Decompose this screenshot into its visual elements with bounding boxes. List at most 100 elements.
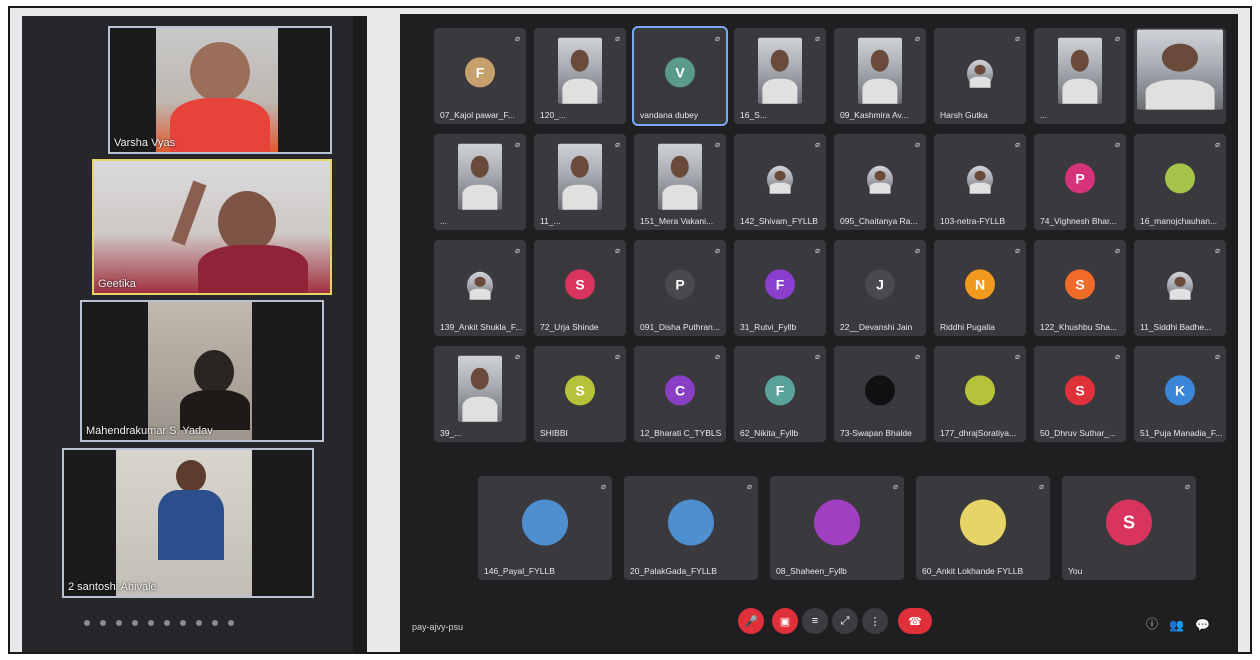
speaker-tile-active[interactable]: Geetika (92, 159, 332, 295)
participant-avatar: S (1065, 269, 1095, 300)
participant-tile[interactable]: F ⌀ 07_Kajol pawar_F... (434, 28, 526, 124)
participant-name: 091_Disha Puthran... (640, 322, 720, 332)
mic-off-button[interactable]: 🎤 (738, 608, 764, 634)
participant-tile[interactable]: S ⌀ 50_Dhruv Suthar_... (1034, 346, 1126, 442)
participant-avatar: S (1106, 499, 1152, 546)
participant-tile[interactable]: ⌀ 16_manojchauhan... (1134, 134, 1226, 230)
mic-muted-icon: ⌀ (515, 246, 520, 255)
participant-avatar: S (565, 375, 595, 406)
participant-tile[interactable]: ⌀ 11_Siddhi Badhe... (1134, 240, 1226, 336)
participant-avatar: V (665, 57, 695, 88)
participant-avatar: C (665, 375, 695, 406)
mic-muted-icon: ⌀ (1115, 352, 1120, 361)
participant-avatar (814, 499, 860, 546)
participant-tile[interactable]: ⌀ 151_Mera Vakani... (634, 134, 726, 230)
participant-tile[interactable]: P ⌀ 74_Vighnesh Bhar... (1034, 134, 1126, 230)
mic-muted-icon: ⌀ (1039, 482, 1044, 491)
captions-button[interactable]: ≡ (802, 608, 828, 634)
participant-name: 72_Urja Shinde (540, 322, 599, 332)
participant-tile[interactable]: ⌀ 20_PalakGada_FYLLB (624, 476, 758, 580)
participant-video (967, 59, 993, 88)
participant-tile[interactable]: ⌀ 103-netra-FYLLB (934, 134, 1026, 230)
mic-muted-icon: ⌀ (893, 482, 898, 491)
participant-tile[interactable]: C ⌀ 12_Bharati C_TYBLS (634, 346, 726, 442)
participant-name: Riddhi Pugalia (940, 322, 995, 332)
participant-tile[interactable]: ⌀ 139_Ankit Shukla_F... (434, 240, 526, 336)
participant-tile[interactable]: F ⌀ 62_Nikita_Fyllb (734, 346, 826, 442)
participant-tile[interactable]: N ⌀ Riddhi Pugalia (934, 240, 1026, 336)
mic-muted-icon: ⌀ (615, 140, 620, 149)
participant-name: ... (440, 216, 448, 226)
participant-tile[interactable]: S ⌀ 122_Khushbu Sha... (1034, 240, 1126, 336)
mic-muted-icon: ⌀ (915, 140, 920, 149)
participant-tile[interactable]: ⌀ 11_... (534, 134, 626, 230)
participant-name: 60_Ankit Lokhande FYLLB (922, 566, 1024, 576)
participant-avatar: F (765, 269, 795, 300)
mic-muted-icon: ⌀ (1215, 352, 1220, 361)
participant-tile[interactable]: ⌀... (1034, 28, 1126, 124)
participant-tile[interactable]: ⌀ 60_Ankit Lokhande FYLLB (916, 476, 1050, 580)
participant-tile[interactable]: ⌀ 177_dhrajSoratiya... (934, 346, 1026, 442)
leave-call-button[interactable]: ☎ (898, 608, 932, 634)
participant-name: 103-netra-FYLLB (940, 216, 1006, 226)
mic-muted-icon: ⌀ (515, 352, 520, 361)
info-icon[interactable]: ⓘ (1146, 615, 1158, 632)
participant-tile[interactable]: ⌀ 08_Shaheen_Fyllb (770, 476, 904, 580)
participants-grid: F ⌀ 07_Kajol pawar_F... ⌀ 120_... V ⌀ vandana d… (400, 14, 1238, 652)
participant-name: Harsh Gutka (940, 110, 988, 120)
participant-tile[interactable]: ⌀ 39_... (434, 346, 526, 442)
panel-edge (353, 16, 367, 652)
participant-name: 08_Shaheen_Fyllb (776, 566, 847, 576)
present-button[interactable]: ⤢ (832, 608, 858, 634)
participant-tile[interactable]: ⌀ (1134, 28, 1226, 124)
mic-muted-icon: ⌀ (915, 246, 920, 255)
screenshot-frame: Varsha Vyas Geetika Mahendrakumar S. Yad… (8, 6, 1252, 654)
mic-muted-icon: ⌀ (715, 34, 720, 43)
participant-video (658, 143, 702, 210)
mic-muted-icon: ⌀ (1115, 246, 1120, 255)
participant-tile[interactable]: S ⌀ You (1062, 476, 1196, 580)
mic-muted-icon: ⌀ (915, 352, 920, 361)
meeting-code: pay-ajvy-psu (412, 622, 464, 632)
participant-tile[interactable]: K ⌀ 51_Puja Manadia_F... (1134, 346, 1226, 442)
participant-tile[interactable]: ⌀ 095_Chaitanya Ra... (834, 134, 926, 230)
participant-name: 07_Kajol pawar_F... (440, 110, 515, 120)
mic-muted-icon: ⌀ (615, 34, 620, 43)
people-icon[interactable]: 👥 (1169, 618, 1184, 632)
participant-name: 74_Vighnesh Bhar... (1040, 216, 1117, 226)
participant-tile[interactable]: P ⌀ 091_Disha Puthran... (634, 240, 726, 336)
participant-name: 12_Bharati C_TYBLS (640, 428, 722, 438)
participant-tile[interactable]: S ⌀ SHIBBI (534, 346, 626, 442)
participant-avatar: F (465, 57, 495, 88)
speaker-panel: Varsha Vyas Geetika Mahendrakumar S. Yad… (22, 16, 367, 652)
participant-name: 73-Swapan Bhalde (840, 428, 912, 438)
participant-tile[interactable]: ⌀ 142_Shivam_FYLLB (734, 134, 826, 230)
participant-tile[interactable]: ⌀ 73-Swapan Bhalde (834, 346, 926, 442)
camera-off-button[interactable]: ▣ (772, 608, 798, 634)
more-options-button[interactable]: ⋮ (862, 608, 888, 634)
participant-avatar: S (1065, 375, 1095, 406)
participant-tile[interactable]: ⌀ Harsh Gutka (934, 28, 1026, 124)
participant-tile[interactable]: S ⌀ 72_Urja Shinde (534, 240, 626, 336)
participant-tile[interactable]: ⌀... (434, 134, 526, 230)
participant-name: 16_S... (740, 110, 767, 120)
speaker-tile[interactable]: Mahendrakumar S. Yadav (80, 300, 324, 442)
participant-name: 122_Khushbu Sha... (1040, 322, 1118, 332)
participant-avatar: N (965, 269, 995, 300)
participant-tile[interactable]: ⌀ 120_... (534, 28, 626, 124)
speaker-tile[interactable]: Varsha Vyas (108, 26, 332, 154)
page-dots[interactable] (84, 620, 234, 626)
participant-tile[interactable]: ⌀ 16_S... (734, 28, 826, 124)
participant-tile[interactable]: J ⌀ 22__Devanshi Jain (834, 240, 926, 336)
participant-tile[interactable]: V ⌀ vandana dubey (632, 26, 728, 126)
speaker-tile[interactable]: 2 santoshi Ahivale (62, 448, 314, 598)
speaker-name: Geetika (98, 278, 136, 290)
participant-tile[interactable]: F ⌀ 31_Rutvi_Fyllb (734, 240, 826, 336)
participant-tile[interactable]: ⌀ 146_Payal_FYLLB (478, 476, 612, 580)
participant-tile[interactable]: ⌀ 09_Kashmira Av... (834, 28, 926, 124)
participant-avatar: K (1165, 375, 1195, 406)
participant-name: SHIBBI (540, 428, 568, 438)
speaker-name: Varsha Vyas (114, 137, 176, 149)
chat-icon[interactable]: 💬 (1195, 618, 1210, 632)
participant-avatar (522, 499, 568, 546)
